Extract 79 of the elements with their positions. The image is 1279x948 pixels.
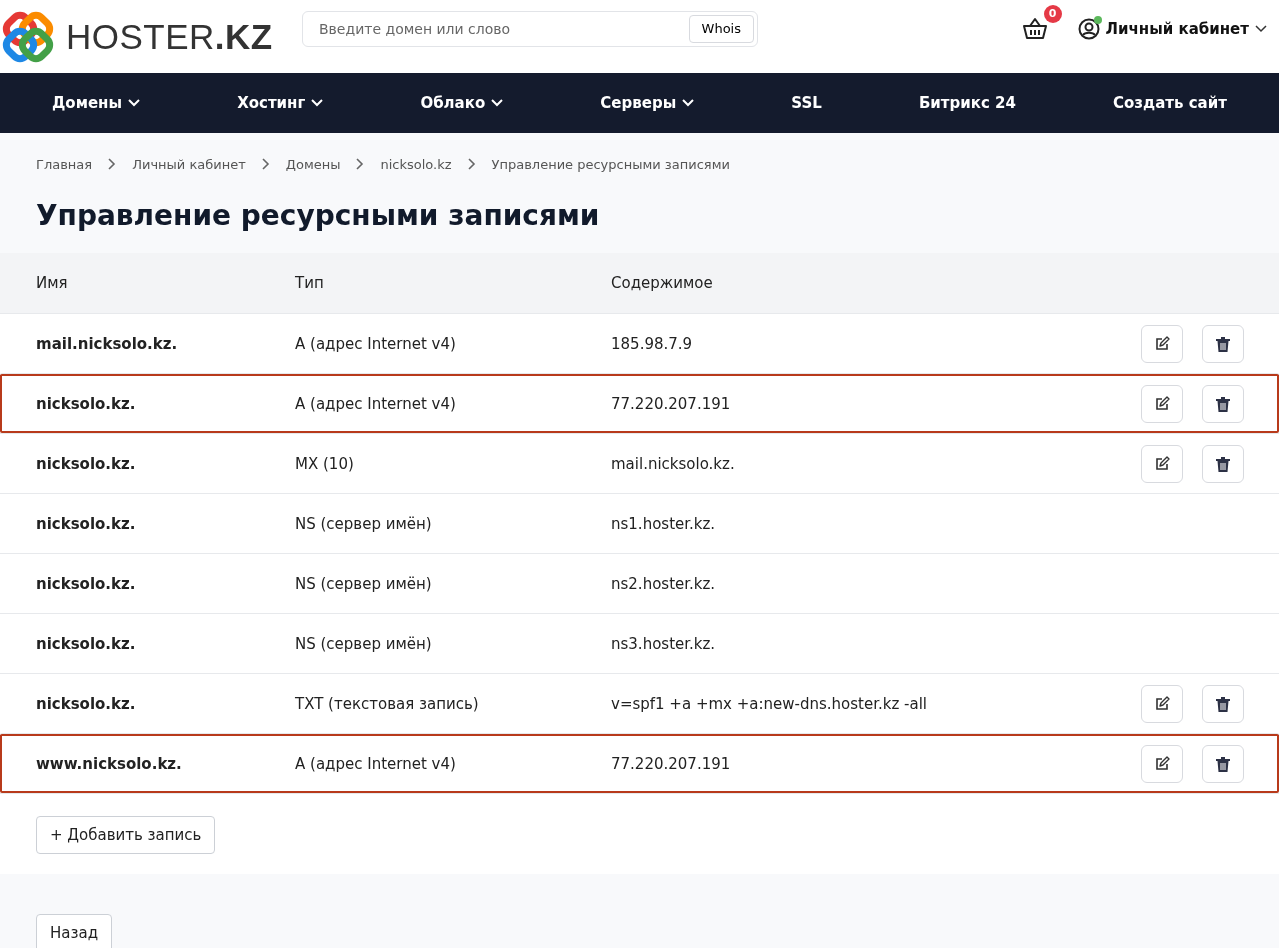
edit-icon: [1154, 755, 1170, 772]
chevron-down-icon: [491, 99, 504, 107]
cart-count-badge: 0: [1043, 4, 1062, 23]
record-name: nicksolo.kz.: [35, 574, 137, 593]
trash-icon: [1216, 335, 1230, 352]
record-type: TXT (текстовая запись): [295, 694, 480, 713]
delete-button[interactable]: [1202, 684, 1244, 723]
record-name: nicksolo.kz.: [35, 454, 137, 473]
column-header: Содержимое: [611, 274, 714, 292]
logo-text[interactable]: HOSTER.KZ: [66, 16, 273, 57]
chevron-right-icon: [108, 158, 117, 170]
chevron-right-icon: [356, 158, 365, 170]
record-type: A (адрес Internet v4): [295, 754, 457, 773]
edit-icon: [1154, 695, 1170, 712]
nav-link[interactable]: Облако: [420, 94, 504, 112]
record-content: v=spf1 +a +mx +a:new-dns.hoster.kz -all: [611, 694, 928, 713]
whois-button[interactable]: Whois: [688, 14, 754, 43]
delete-button[interactable]: [1202, 384, 1244, 423]
edit-button[interactable]: [1141, 744, 1183, 783]
record-content: mail.nicksolo.kz.: [611, 454, 736, 473]
basket-icon[interactable]: [1021, 16, 1048, 41]
record-type: NS (сервер имён): [295, 574, 433, 593]
nav-link[interactable]: SSL: [791, 94, 822, 112]
nav-link[interactable]: Битрикс 24: [918, 94, 1016, 112]
chevron-down-icon: [1255, 24, 1267, 33]
record-content: ns2.hoster.kz.: [611, 574, 717, 593]
chevron-right-icon: [261, 158, 270, 170]
nav-link[interactable]: Хостинг: [237, 94, 324, 112]
user-icon: [1077, 17, 1100, 40]
search-field[interactable]: Введите домен или слово Whois: [302, 10, 758, 47]
edit-icon: [1154, 335, 1170, 352]
trash-icon: [1216, 695, 1230, 712]
chevron-right-icon: [467, 158, 476, 170]
page-title: Управление ресурсными записями: [35, 198, 601, 234]
logo-icon: [2, 10, 54, 63]
back-button[interactable]: Назад: [36, 914, 112, 948]
nav-link[interactable]: Домены: [52, 94, 141, 112]
breadcrumb-link[interactable]: Домены: [285, 156, 341, 172]
account-menu[interactable]: Личный кабинет: [1077, 17, 1267, 40]
current-page-crumb: Управление ресурсными записями: [491, 156, 730, 172]
record-type: A (адрес Internet v4): [295, 334, 457, 353]
record-name: nicksolo.kz.: [35, 694, 137, 713]
column-header: Имя: [35, 274, 69, 292]
edit-button[interactable]: [1141, 684, 1183, 723]
column-header: Тип: [295, 274, 325, 292]
delete-button[interactable]: [1202, 324, 1244, 363]
nav-link[interactable]: Серверы: [600, 94, 695, 112]
add-record-button[interactable]: + Добавить запись: [36, 816, 216, 854]
record-type: NS (сервер имён): [295, 514, 433, 533]
breadcrumb-link[interactable]: nicksolo.kz: [380, 156, 452, 172]
trash-icon: [1216, 755, 1230, 772]
edit-button[interactable]: [1141, 444, 1183, 483]
breadcrumb-link[interactable]: Личный кабинет: [132, 156, 246, 172]
trash-icon: [1216, 395, 1230, 412]
chevron-down-icon: [311, 99, 324, 107]
record-name: www.nicksolo.kz.: [35, 754, 183, 773]
trash-icon: [1216, 455, 1230, 472]
delete-button[interactable]: [1202, 744, 1244, 783]
edit-button[interactable]: [1141, 384, 1183, 423]
record-content: 77.220.207.191: [611, 754, 732, 773]
nav-link[interactable]: Создать сайт: [1113, 94, 1227, 112]
breadcrumb-link[interactable]: Главная: [36, 156, 93, 172]
chevron-down-icon: [128, 99, 141, 107]
record-type: MX (10): [295, 454, 355, 473]
edit-icon: [1154, 395, 1170, 412]
record-name: nicksolo.kz.: [35, 634, 137, 653]
record-content: 77.220.207.191: [611, 394, 732, 413]
edit-button[interactable]: [1141, 324, 1183, 363]
record-name: nicksolo.kz.: [35, 394, 137, 413]
delete-button[interactable]: [1202, 444, 1244, 483]
record-type: NS (сервер имён): [295, 634, 433, 653]
record-content: ns1.hoster.kz.: [611, 514, 717, 533]
chevron-down-icon: [682, 99, 695, 107]
record-content: ns3.hoster.kz.: [611, 634, 717, 653]
record-name: mail.nicksolo.kz.: [35, 334, 179, 353]
record-content: 185.98.7.9: [611, 334, 694, 353]
edit-icon: [1154, 455, 1170, 472]
record-name: nicksolo.kz.: [35, 514, 137, 533]
record-type: A (адрес Internet v4): [295, 394, 457, 413]
